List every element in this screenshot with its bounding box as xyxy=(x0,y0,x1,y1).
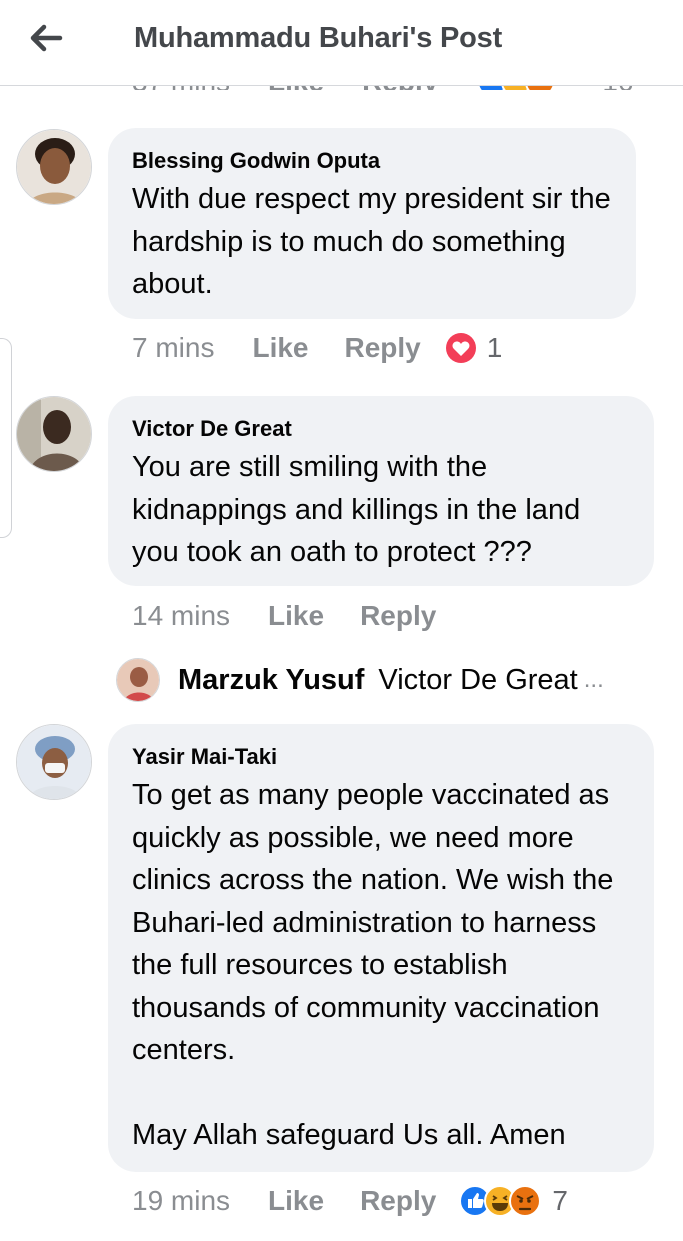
reaction-count: 7 xyxy=(552,1185,568,1216)
top-bar: Muhammadu Buhari's Post xyxy=(0,0,683,86)
comment-text: With due respect my president sir the ha… xyxy=(132,183,619,300)
reaction-count: 1 xyxy=(486,332,503,363)
comment-meta: 14 mins Like Reply xyxy=(132,600,472,632)
like-button[interactable]: Like xyxy=(252,332,308,364)
comment-meta: 19 mins Like Reply 7 xyxy=(132,1184,568,1218)
reply-preview[interactable]: Marzuk Yusuf Victor De Great ... xyxy=(116,656,604,704)
comment-author[interactable]: Victor De Great xyxy=(132,416,630,442)
reply-text: Victor De Great xyxy=(378,663,578,696)
side-edge-handle xyxy=(0,338,12,538)
avatar[interactable] xyxy=(16,724,92,800)
reply-more: ... xyxy=(583,666,604,693)
avatar[interactable] xyxy=(116,658,160,702)
comment-bubble: Blessing Godwin Oputa With due respect m… xyxy=(108,128,636,319)
heart-reaction-icon[interactable] xyxy=(445,332,477,364)
comment-text: To get as many people vaccinated as quic… xyxy=(132,779,614,1151)
comment-time: 14 mins xyxy=(132,600,231,631)
comment-bubble: Victor De Great You are still smiling wi… xyxy=(108,396,654,586)
comment-bubble: Yasir Mai-Taki To get as many people vac… xyxy=(108,724,654,1172)
page-title: Muhammadu Buhari's Post xyxy=(134,22,503,54)
reply-button[interactable]: Reply xyxy=(360,600,436,632)
comment-time: 7 mins xyxy=(132,332,215,363)
avatar[interactable] xyxy=(16,396,92,472)
angry-reaction-icon xyxy=(509,1185,542,1217)
arrow-left-icon[interactable] xyxy=(24,18,68,58)
reply-button[interactable]: Reply xyxy=(360,1185,436,1217)
comment-author[interactable]: Blessing Godwin Oputa xyxy=(132,148,612,174)
reply-button[interactable]: Reply xyxy=(345,332,421,364)
avatar[interactable] xyxy=(16,129,92,205)
comment-author[interactable]: Yasir Mai-Taki xyxy=(132,744,630,770)
reply-author: Marzuk Yusuf xyxy=(178,663,365,696)
comment-text: You are still smiling with the kidnappin… xyxy=(132,451,589,568)
comment-meta: 7 mins Like Reply 1 xyxy=(132,332,502,364)
like-button[interactable]: Like xyxy=(268,1185,324,1217)
reactions-summary[interactable] xyxy=(458,1184,542,1218)
comment-time: 19 mins xyxy=(132,1185,231,1216)
like-button[interactable]: Like xyxy=(268,600,324,632)
